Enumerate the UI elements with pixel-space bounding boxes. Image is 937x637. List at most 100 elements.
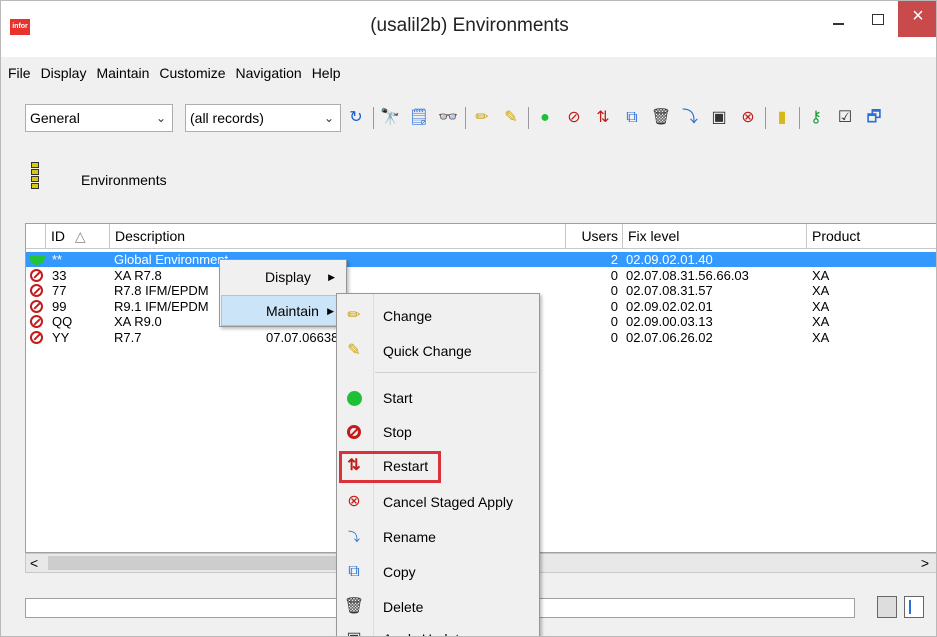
menu-file[interactable]: File xyxy=(5,61,34,85)
menu-navigation[interactable]: Navigation xyxy=(233,61,305,85)
context-item-display[interactable]: Display ▶ xyxy=(221,262,345,293)
toolbar-separator xyxy=(765,107,766,129)
cancel-staged-apply-icon[interactable]: ⊗ xyxy=(736,106,760,130)
submenu-arrow-icon: ▶ xyxy=(328,272,335,282)
table-row[interactable]: 33 XA R7.8 0 02.07.08.31.56.66.03 XA xyxy=(26,267,936,283)
start-icon[interactable]: ● xyxy=(533,106,557,130)
cell-product: XA xyxy=(812,283,830,298)
submenu-item-restart[interactable]: ⇅ Restart xyxy=(337,451,539,483)
find-record-icon[interactable]: 🗒 xyxy=(407,106,431,130)
quick-change-icon[interactable]: ✎ xyxy=(499,106,523,130)
header-status xyxy=(26,224,46,249)
cell-id: QQ xyxy=(52,314,73,329)
chart-icon[interactable] xyxy=(904,596,924,618)
cell-fix-level: 02.09.02.01.40 xyxy=(626,252,713,267)
cell-description: R9.1 IFM/EPDM xyxy=(114,298,209,314)
submenu-item-change[interactable]: ✏ Change xyxy=(337,301,539,331)
submenu-item-start[interactable]: Start xyxy=(337,383,539,413)
submenu-item-quick-change[interactable]: ✎ Quick Change xyxy=(337,336,539,366)
apply-update-icon[interactable]: ▣ xyxy=(707,106,731,130)
environments-icon xyxy=(31,162,49,196)
view-select-value: General xyxy=(30,110,80,126)
menu-maintain[interactable]: Maintain xyxy=(93,61,152,85)
stopped-status-icon xyxy=(30,330,43,344)
table-row[interactable]: ** Global Environment 2 02.09.02.01.40 xyxy=(26,252,936,267)
cell-fix-level: 02.07.08.31.57 xyxy=(626,283,713,298)
quick-change-icon: ✎ xyxy=(347,342,361,359)
header-description[interactable]: Description xyxy=(110,224,566,249)
submenu-arrow-icon: ▶ xyxy=(327,306,334,316)
tree-icon[interactable]: ⚷ xyxy=(804,106,828,130)
toolbar: General ⌄ (all records) ⌄ ↻ 🔭 🗒 👓 ✏ ✎ ● ⊘ ⇅ ⧉ 🗑 ⤵ ▣ ⊗… xyxy=(1,104,936,134)
cell-id: YY xyxy=(52,329,70,345)
menu-help[interactable]: Help xyxy=(309,61,344,85)
stopped-status-icon xyxy=(30,268,43,282)
header-id[interactable]: ID △ xyxy=(46,224,110,249)
chevron-down-icon: ⌄ xyxy=(155,111,166,125)
cell-product: XA xyxy=(812,329,830,345)
toolbar-separator xyxy=(373,107,374,129)
submenu-item-rename[interactable]: ⤵ Rename xyxy=(337,522,539,552)
glasses-icon[interactable]: 👓 xyxy=(436,106,460,130)
menu-separator xyxy=(375,372,537,373)
delete-icon: 🗑 xyxy=(343,598,365,615)
minimize-icon xyxy=(832,23,844,25)
title-bar: infor (usalil2b) Environments × xyxy=(1,1,936,57)
copy-icon[interactable]: ⧉ xyxy=(620,106,644,130)
sort-ascending-icon: △ xyxy=(74,228,86,244)
check-box-icon[interactable]: ☑ xyxy=(833,106,857,130)
cell-product: XA xyxy=(812,267,830,283)
table-header: ID △ Description Users Fix level Product xyxy=(26,224,936,249)
rename-icon[interactable]: ⤵ xyxy=(678,106,702,130)
context-item-maintain[interactable]: Maintain ▶ xyxy=(221,295,345,326)
stop-icon[interactable]: ⊘ xyxy=(562,106,586,130)
header-fix-level[interactable]: Fix level xyxy=(623,224,807,249)
toolbar-separator xyxy=(799,107,800,129)
stopped-status-icon xyxy=(30,284,43,297)
restart-icon[interactable]: ⇅ xyxy=(591,106,615,130)
menu-display[interactable]: Display xyxy=(38,61,90,85)
delete-icon[interactable]: 🗑 xyxy=(649,106,673,130)
submenu-item-copy[interactable]: ⧉ Copy xyxy=(337,557,539,587)
window-icon[interactable]: 🗗 xyxy=(862,106,886,130)
stopped-status-icon xyxy=(30,315,43,328)
toolbar-separator xyxy=(528,107,529,129)
running-status-icon xyxy=(29,256,45,265)
cell-product: XA xyxy=(812,298,830,314)
toolbar-icons: ↻ 🔭 🗒 👓 ✏ ✎ ● ⊘ ⇅ ⧉ 🗑 ⤵ ▣ ⊗ ▮ ⚷ ☑ 🗗 xyxy=(344,104,891,132)
start-icon xyxy=(343,387,365,409)
minimize-button[interactable] xyxy=(818,1,858,37)
cell-users: 0 xyxy=(610,314,618,329)
cell-description: XA R7.8 xyxy=(114,267,162,283)
rename-icon: ⤵ xyxy=(347,530,360,544)
refresh-icon[interactable]: ↻ xyxy=(344,106,368,130)
cell-product: XA xyxy=(812,314,830,329)
close-button[interactable]: × xyxy=(898,1,936,37)
submenu-item-stop[interactable]: Stop xyxy=(337,417,539,447)
maintain-submenu: ✏ Change ✎ Quick Change Start Stop ⇅ Res… xyxy=(336,293,540,637)
scroll-left-icon[interactable]: < xyxy=(30,554,38,572)
scroll-right-icon[interactable]: > xyxy=(921,554,929,572)
pencil-icon[interactable]: ✏ xyxy=(470,106,494,130)
header-product[interactable]: Product xyxy=(807,224,936,249)
clipboard-icon[interactable] xyxy=(877,596,897,618)
yellow-panel-icon[interactable]: ▮ xyxy=(770,106,794,130)
view-select[interactable]: General ⌄ xyxy=(25,104,173,132)
close-icon: × xyxy=(912,5,924,27)
menu-customize[interactable]: Customize xyxy=(156,61,228,85)
maximize-icon xyxy=(872,14,884,25)
apply-update-icon: ▣ xyxy=(343,628,365,637)
maximize-button[interactable] xyxy=(858,1,898,37)
cell-id: 77 xyxy=(52,283,67,298)
binoculars-icon[interactable]: 🔭 xyxy=(378,106,402,130)
chevron-down-icon: ⌄ xyxy=(323,111,334,125)
header-users[interactable]: Users xyxy=(566,224,623,249)
cell-users: 0 xyxy=(610,298,618,314)
submenu-item-cancel-staged-apply[interactable]: ⊗ Cancel Staged Apply xyxy=(337,487,539,517)
filter-select[interactable]: (all records) ⌄ xyxy=(185,104,341,132)
toolbar-separator xyxy=(465,107,466,129)
submenu-item-apply-update[interactable]: ▣ Apply Update xyxy=(337,624,539,637)
cell-fix-level: 02.09.00.03.13 xyxy=(626,314,713,329)
cell-description: R7.8 IFM/EPDM xyxy=(114,283,209,298)
submenu-item-delete[interactable]: 🗑 Delete xyxy=(337,592,539,622)
